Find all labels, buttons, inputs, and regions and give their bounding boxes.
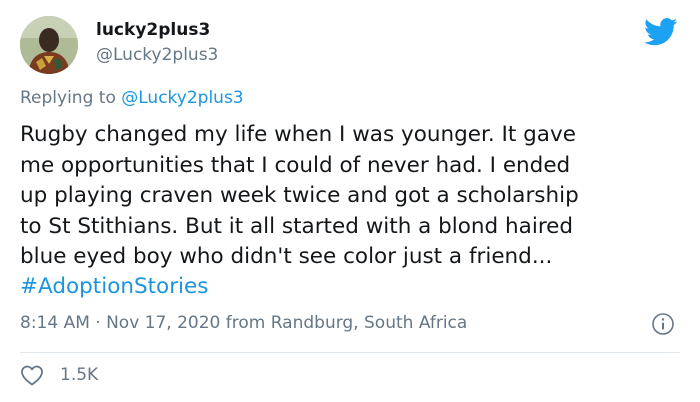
display-name[interactable]: lucky2plus3 bbox=[96, 20, 210, 40]
avatar[interactable] bbox=[20, 16, 78, 74]
divider bbox=[20, 352, 680, 353]
heart-icon[interactable] bbox=[20, 364, 44, 386]
reply-context: Replying to @Lucky2plus3 bbox=[20, 88, 244, 108]
like-count: 1.5K bbox=[60, 365, 99, 385]
tweet-card: lucky2plus3 @Lucky2plus3 Replying to @Lu… bbox=[0, 0, 700, 402]
user-handle[interactable]: @Lucky2plus3 bbox=[96, 45, 218, 65]
hashtag-link[interactable]: #AdoptionStories bbox=[20, 272, 208, 303]
timestamp[interactable]: 8:14 AM · Nov 17, 2020 from Randburg, So… bbox=[20, 313, 467, 333]
reply-mention-link[interactable]: @Lucky2plus3 bbox=[121, 88, 243, 108]
info-icon[interactable] bbox=[651, 312, 675, 336]
reply-prefix: Replying to bbox=[20, 88, 122, 108]
twitter-bird-icon[interactable] bbox=[644, 18, 678, 46]
tweet-text: Rugby changed my life when I was younger… bbox=[20, 122, 579, 269]
avatar-image bbox=[20, 16, 78, 74]
